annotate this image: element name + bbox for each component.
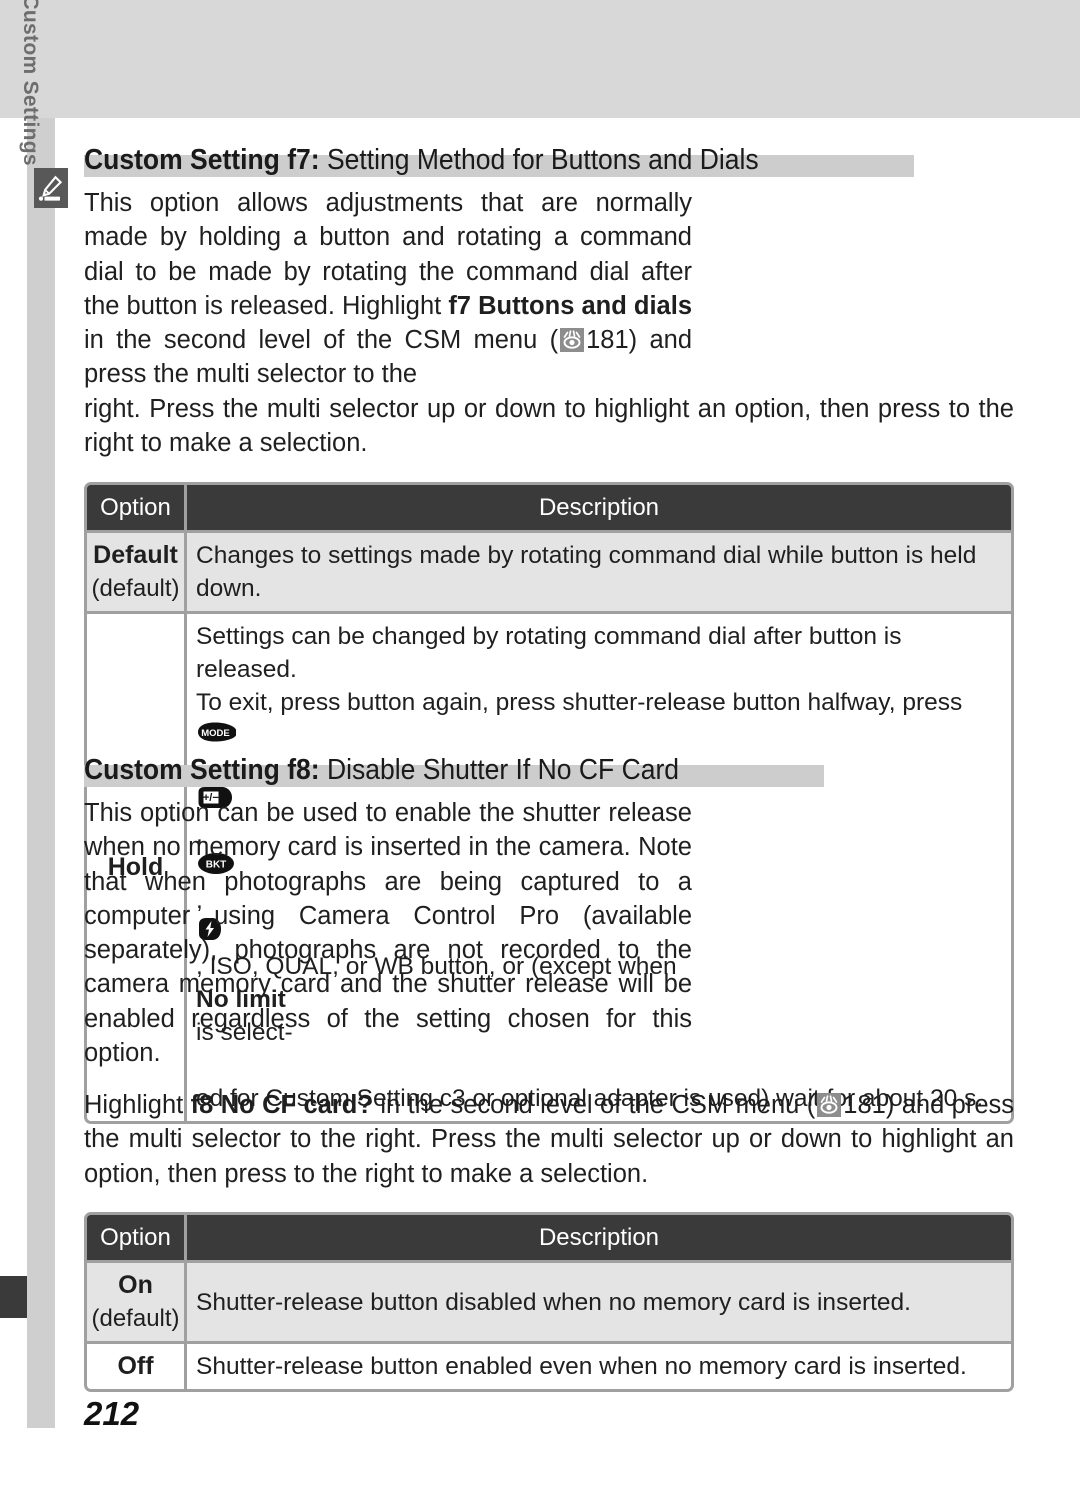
- table-f8-options: Option Description On (default) Shutter-…: [84, 1212, 1014, 1392]
- table-f8-description-off: Shutter-release button enabled even when…: [187, 1344, 1011, 1389]
- table-row: Default (default) Changes to settings ma…: [87, 533, 1011, 611]
- option-default-note: (default): [91, 575, 180, 602]
- table-f7-option-default: Default (default): [87, 533, 187, 611]
- option-label: Off: [117, 1352, 154, 1380]
- paragraph-f7-intro-text2: in the second level of the CSM menu (: [84, 326, 559, 355]
- table-f7-header-description: Description: [187, 485, 1011, 530]
- table-f7-header-option: Option: [87, 485, 187, 530]
- description-line-1: Settings can be changed by rotating comm…: [196, 623, 902, 683]
- top-gray-band: [0, 0, 1080, 118]
- heading-f8-code: Custom Setting f8:: [84, 754, 320, 786]
- paragraph-f7-selection: right. Press the multi selector up or do…: [84, 395, 1014, 458]
- description-line-2: To exit, press button again, press shutt…: [196, 689, 963, 716]
- paragraph-f7-page-ref: 181: [586, 326, 629, 355]
- heading-custom-setting-f8: Custom Setting f8: Disable Shutter If No…: [84, 753, 824, 787]
- heading-f7-title: Setting Method for Buttons and Dials: [319, 144, 759, 176]
- mode-button-icon: MODE: [197, 719, 1001, 752]
- table-f7-description-default: Changes to settings made by rotating com…: [187, 533, 1011, 611]
- table-f8-option-off: Off: [87, 1344, 187, 1389]
- table-f8-header-row: Option Description: [87, 1215, 1011, 1260]
- paragraph-f7-menu-item: f7 Buttons and dials: [448, 291, 692, 320]
- see-page-icon: [560, 328, 585, 353]
- svg-text:MODE: MODE: [201, 728, 230, 739]
- page-edge-marker: [0, 1276, 27, 1318]
- paragraph-f8-selection: Highlight f8 No CF card? in the second l…: [84, 1088, 1014, 1191]
- heading-f7-code: Custom Setting f7:: [84, 144, 320, 176]
- paragraph-f8-page-ref: 181: [843, 1091, 886, 1119]
- heading-custom-setting-f7: Custom Setting f7: Setting Method for Bu…: [84, 143, 914, 177]
- paragraph-f8-menu-item: f8 No CF card?: [190, 1091, 373, 1119]
- paragraph-f8-intro: This option can be used to enable the sh…: [84, 799, 692, 1068]
- sidebar-section-label: Menu Guide—Custom Settings: [19, 0, 42, 166]
- option-label: Default: [93, 541, 178, 569]
- table-f7-header-row: Option Description: [87, 485, 1011, 530]
- table-f8-description-on: Shutter-release button disabled when no …: [187, 1263, 1011, 1341]
- table-row: Off Shutter-release button enabled even …: [87, 1344, 1011, 1389]
- see-page-icon: [817, 1093, 842, 1117]
- table-f8-option-on: On (default): [87, 1263, 187, 1341]
- option-label: On: [118, 1271, 153, 1299]
- option-default-note: (default): [91, 1305, 180, 1332]
- table-f8-header-option: Option: [87, 1215, 187, 1260]
- paragraph-f8-text1: Highlight: [84, 1091, 191, 1119]
- table-f8-header-description: Description: [187, 1215, 1011, 1260]
- table-row: On (default) Shutter-release button disa…: [87, 1263, 1011, 1341]
- page-number: 212: [84, 1395, 140, 1432]
- paragraph-f7-intro: This option allows adjustments that are …: [84, 186, 692, 392]
- paragraph-f8-text2: in the second level of the CSM menu (: [372, 1091, 816, 1119]
- heading-f8-title: Disable Shutter If No CF Card: [319, 754, 680, 786]
